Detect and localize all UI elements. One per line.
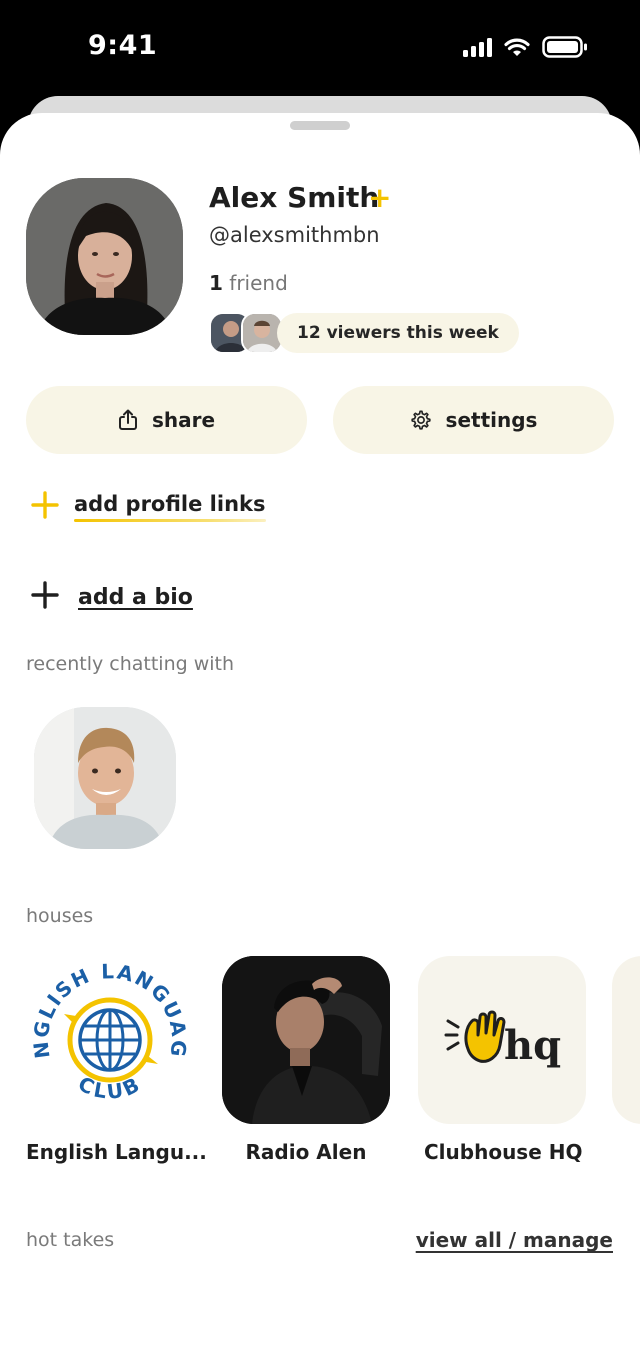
plus-icon xyxy=(30,580,60,614)
status-time: 9:41 xyxy=(88,30,158,61)
plus-yellow-icon xyxy=(30,490,60,524)
houses-heading: houses xyxy=(26,905,94,927)
wifi-icon xyxy=(504,37,530,57)
settings-button[interactable]: settings xyxy=(333,386,614,454)
clubhouse-hq-logo: hq xyxy=(418,956,586,1124)
sheet-grabber[interactable] xyxy=(290,121,350,130)
friends-count[interactable]: 1 friend xyxy=(209,271,288,295)
viewers-this-week-badge: 12 viewers this week xyxy=(277,313,519,353)
recent-chat-avatar[interactable] xyxy=(34,707,176,849)
friends-count-label: friend xyxy=(229,271,288,295)
add-bio-label: add a bio xyxy=(78,584,193,610)
add-profile-links-label: add profile links xyxy=(74,492,266,522)
house-radio-alen[interactable]: Radio Alen xyxy=(222,956,390,1164)
plus-badge-icon: + xyxy=(368,181,392,214)
house-english-language-club[interactable]: ENGLISH LANGUAGE CLUB English Langu... xyxy=(26,956,207,1164)
house-name: Clubhouse HQ xyxy=(424,1140,583,1164)
gear-icon xyxy=(410,409,432,431)
house-partial-tile[interactable] xyxy=(612,956,640,1124)
hot-takes-heading: hot takes xyxy=(26,1229,115,1251)
house-name: Radio Alen xyxy=(245,1140,367,1164)
profile-username: @alexsmithmbn xyxy=(209,223,380,247)
settings-label: settings xyxy=(445,408,538,432)
share-label: share xyxy=(151,408,216,432)
profile-avatar[interactable] xyxy=(26,178,183,335)
cellular-signal-icon xyxy=(463,37,492,57)
house-clubhouse-hq[interactable]: hq Clubhouse HQ xyxy=(418,956,586,1164)
battery-icon xyxy=(542,36,588,58)
add-bio-button[interactable]: add a bio xyxy=(30,580,193,614)
house-name: English Langu... xyxy=(26,1140,207,1164)
view-all-manage-link[interactable]: view all / manage xyxy=(416,1228,613,1252)
share-button[interactable]: share xyxy=(26,386,307,454)
hq-logo-text: hq xyxy=(504,1022,561,1069)
svg-text:CLUB: CLUB xyxy=(74,1071,145,1104)
viewers-row[interactable]: 12 viewers this week xyxy=(209,312,519,354)
add-profile-links-button[interactable]: add profile links xyxy=(30,490,266,524)
radio-alen-photo xyxy=(222,956,390,1124)
friends-count-number: 1 xyxy=(209,271,223,295)
logo-text-bottom: CLUB xyxy=(74,1071,142,1104)
share-icon xyxy=(118,409,138,431)
english-language-club-logo: ENGLISH LANGUAGE CLUB xyxy=(26,956,194,1124)
profile-name: Alex Smith xyxy=(209,181,380,214)
profile-sheet: Alex Smith + @alexsmithmbn 1 friend 12 v… xyxy=(0,113,640,1351)
recently-chatting-heading: recently chatting with xyxy=(26,653,235,675)
status-bar: 9:41 xyxy=(0,0,640,96)
status-icons xyxy=(463,36,588,58)
